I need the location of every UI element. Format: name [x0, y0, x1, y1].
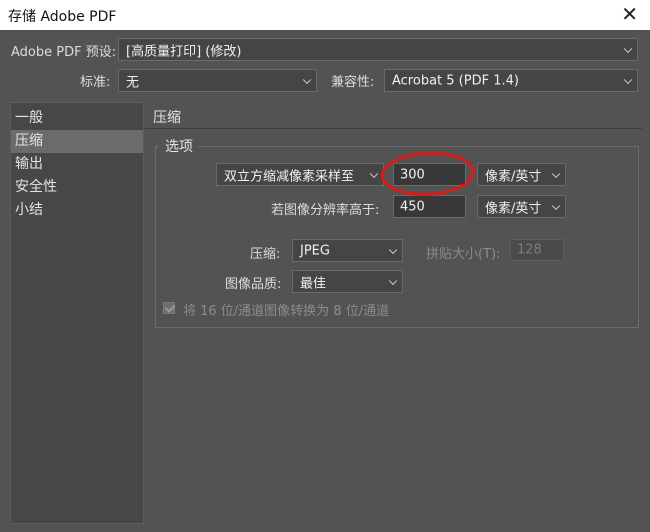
compat-dropdown[interactable]: Acrobat 5 (PDF 1.4)	[384, 69, 638, 92]
quality-value: 最佳	[300, 276, 327, 291]
convert-16bit-checkbox[interactable]	[163, 302, 175, 314]
chevron-down-icon	[551, 201, 561, 210]
downsample-unit-dropdown[interactable]: 像素/英寸	[477, 163, 566, 186]
quality-dropdown[interactable]: 最佳	[292, 270, 403, 293]
chevron-down-icon	[369, 169, 379, 178]
panel-title: 压缩	[153, 110, 181, 126]
sidebar-item-general[interactable]: 一般	[11, 107, 143, 130]
standard-dropdown[interactable]: 无	[118, 69, 317, 92]
threshold-input[interactable]: 450	[393, 195, 466, 218]
threshold-unit-value: 像素/英寸	[485, 201, 542, 216]
section-divider	[145, 128, 642, 129]
downsample-method-value: 双立方缩减像素采样至	[224, 169, 355, 184]
sidebar-item-output[interactable]: 输出	[11, 153, 143, 176]
sidebar-item-compression[interactable]: 压缩	[11, 130, 143, 153]
window-title: 存储 Adobe PDF	[8, 9, 117, 25]
preset-dropdown[interactable]: [高质量打印] (修改)	[118, 38, 638, 61]
compression-value: JPEG	[300, 243, 330, 258]
chevron-down-icon	[302, 75, 312, 84]
sidebar-item-security[interactable]: 安全性	[11, 176, 143, 199]
downsample-method-dropdown[interactable]: 双立方缩减像素采样至	[216, 163, 384, 186]
convert-16bit-label: 将 16 位/通道图像转换为 8 位/通道	[183, 304, 390, 319]
chevron-down-icon	[551, 169, 561, 178]
compression-label: 压缩:	[250, 247, 281, 262]
preset-value: [高质量打印] (修改)	[126, 44, 242, 59]
standard-value: 无	[126, 75, 140, 90]
threshold-label: 若图像分辨率高于:	[271, 203, 380, 218]
tile-size-input: 128	[510, 239, 564, 261]
chevron-down-icon	[388, 245, 398, 254]
category-list: 一般 压缩 输出 安全性 小结	[10, 102, 144, 524]
close-icon[interactable]: ✕	[621, 3, 638, 25]
compression-dropdown[interactable]: JPEG	[292, 239, 403, 262]
threshold-unit-dropdown[interactable]: 像素/英寸	[477, 195, 566, 218]
chevron-down-icon	[623, 44, 633, 53]
chevron-down-icon	[388, 276, 398, 285]
quality-label: 图像品质:	[225, 277, 282, 292]
chevron-down-icon	[623, 75, 633, 84]
standard-label: 标准:	[80, 75, 111, 90]
threshold-value: 450	[400, 199, 425, 214]
compat-label: 兼容性:	[331, 75, 375, 90]
compat-value: Acrobat 5 (PDF 1.4)	[392, 73, 519, 88]
preset-label: Adobe PDF 预设:	[11, 45, 117, 60]
tile-size-value: 128	[517, 242, 542, 258]
downsample-unit-value: 像素/英寸	[485, 169, 542, 184]
options-group-label: 选项	[159, 136, 199, 156]
sidebar-item-summary[interactable]: 小结	[11, 199, 143, 222]
title-bar: 存储 Adobe PDF ✕	[0, 0, 650, 30]
tile-size-label: 拼贴大小(T):	[426, 247, 501, 262]
